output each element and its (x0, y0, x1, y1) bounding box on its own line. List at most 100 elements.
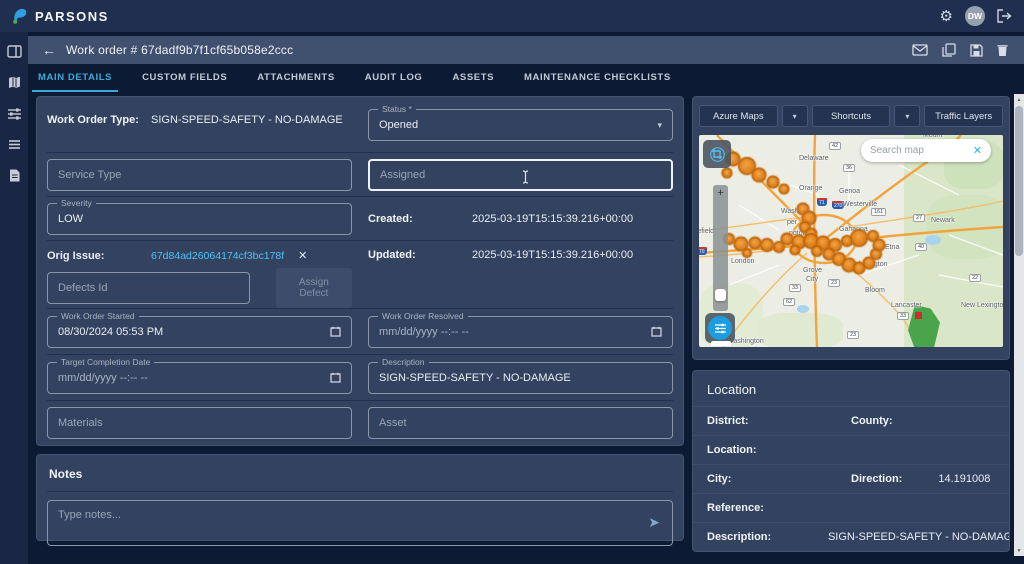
orig-issue-link[interactable]: 67d84ad26064174cf3bc178f (151, 250, 284, 262)
map-canvas[interactable]: Mount Delaware Orange Genoa Westerville Newar… (699, 135, 1003, 347)
copy-icon[interactable] (942, 43, 956, 57)
dashboard-icon[interactable] (6, 44, 22, 59)
route-shield: 42 (829, 142, 842, 150)
created-label: Created: (368, 212, 413, 225)
workorder-title: Work order # 67dadf9b7f1cf65b058e2ccc (66, 43, 294, 57)
map-cluster-marker[interactable] (751, 167, 767, 183)
materials-input[interactable] (58, 417, 341, 429)
remove-orig-issue-icon[interactable]: ✕ (298, 249, 307, 262)
target-completion-field[interactable]: Target Completion Date mm/dd/yyyy --:-- … (47, 356, 352, 394)
asset-field[interactable] (368, 407, 673, 439)
map-cluster-marker[interactable] (760, 238, 774, 252)
map-icon[interactable] (7, 75, 22, 90)
tab-maintenance-checklists[interactable]: MAINTENANCE CHECKLISTS (522, 64, 673, 92)
route-shield: 161 (871, 208, 887, 216)
route-shield: 40 (915, 243, 928, 251)
calendar-icon[interactable] (330, 326, 341, 337)
map-zoom-out-button[interactable] (711, 341, 731, 346)
service-type-field[interactable] (47, 158, 352, 191)
email-icon[interactable] (912, 44, 928, 56)
layers-sliders-icon (714, 323, 726, 333)
work-order-resolved-field[interactable]: Work Order Resolved mm/dd/yyyy --:-- -- (368, 310, 673, 348)
map-place-label: Bloom (865, 287, 885, 294)
route-shield: 36 (843, 164, 856, 172)
map-search-placeholder: Search map (870, 145, 924, 156)
map-place-label: Newark (931, 217, 955, 224)
brand-name: PARSONS (35, 8, 109, 24)
scrollbar-up-arrow[interactable]: ▲ (1014, 94, 1024, 105)
defects-id-input[interactable] (58, 282, 239, 294)
calendar-icon[interactable] (330, 372, 341, 383)
map-cluster-marker[interactable] (778, 183, 790, 195)
assigned-field[interactable] (368, 158, 673, 191)
map-zoom-control[interactable]: + (713, 185, 728, 311)
calendar-icon[interactable] (651, 326, 662, 337)
tab-attachments[interactable]: ATTACHMENTS (255, 64, 337, 92)
service-type-input[interactable] (58, 168, 341, 181)
notes-panel: Notes ➤ (36, 454, 684, 546)
shortcuts-chevron-icon[interactable]: ▾ (894, 105, 921, 127)
map-cluster-marker[interactable] (742, 248, 752, 258)
settings-gear-icon[interactable]: ⚙ (940, 7, 953, 25)
map-style-button[interactable] (705, 313, 735, 343)
map-cluster-marker[interactable] (811, 245, 823, 257)
map-cluster-marker[interactable] (789, 244, 801, 256)
workorder-header: ← Work order # 67dadf9b7f1cf65b058e2ccc (28, 36, 1024, 64)
map-place-label: Genoa (839, 188, 861, 195)
send-note-icon[interactable]: ➤ (648, 514, 660, 531)
description-label: Description (378, 356, 429, 367)
interstate-shield: 71 (817, 198, 827, 206)
map-place-label: Grove (803, 267, 823, 274)
list-icon[interactable] (7, 137, 22, 152)
delete-trash-icon[interactable] (997, 44, 1008, 57)
zoom-slider-thumb[interactable] (715, 289, 726, 301)
map-cluster-marker[interactable] (850, 229, 868, 247)
scrollbar-down-arrow[interactable]: ▼ (1014, 545, 1024, 556)
scrollbar-thumb[interactable] (1015, 106, 1023, 256)
status-select[interactable]: Status * Opened ▾ (368, 104, 673, 141)
map-cluster-marker[interactable] (766, 175, 780, 189)
tab-audit-log[interactable]: AUDIT LOG (363, 64, 425, 92)
location-description-value: SIGN-SPEED-SAFETY - NO-DAMAGE (827, 531, 1010, 543)
azure-maps-button[interactable]: Azure Maps (699, 105, 778, 127)
map-place-label: Delaware (799, 155, 829, 162)
work-order-started-field[interactable]: Work Order Started 08/30/2024 05:53 PM (47, 310, 352, 348)
save-icon[interactable] (970, 43, 983, 57)
back-arrow-icon[interactable]: ← (42, 42, 56, 58)
map-cluster-marker[interactable] (721, 167, 733, 179)
map-cluster-marker[interactable] (841, 235, 853, 247)
map-red-marker[interactable] (915, 312, 922, 319)
map-cluster-marker[interactable] (867, 230, 879, 242)
assign-defect-button[interactable]: Assign Defect (275, 268, 352, 308)
tab-custom-fields[interactable]: CUSTOM FIELDS (140, 64, 229, 92)
text-cursor-icon (522, 169, 528, 184)
user-avatar[interactable]: DW (965, 6, 985, 26)
shortcuts-button[interactable]: Shortcuts (811, 105, 891, 127)
azure-maps-chevron-icon[interactable]: ▾ (781, 105, 808, 127)
severity-label: Severity (57, 197, 96, 208)
traffic-layers-button[interactable]: Traffic Layers (924, 105, 1004, 127)
defects-id-field[interactable] (47, 272, 250, 304)
zoom-in-icon[interactable]: + (713, 185, 728, 201)
document-icon[interactable] (7, 168, 22, 183)
tab-assets[interactable]: ASSETS (450, 64, 496, 92)
map-select-area-button[interactable] (703, 140, 731, 168)
logout-icon[interactable] (997, 9, 1012, 23)
notes-field[interactable]: ➤ (47, 500, 673, 546)
page-scrollbar[interactable]: ▲ ▼ (1014, 94, 1024, 556)
map-place-label: Orange (799, 185, 823, 192)
map-place-label: refield (699, 228, 715, 235)
filter-sliders-icon[interactable] (7, 106, 22, 121)
severity-field[interactable]: Severity LOW (47, 197, 352, 235)
materials-field[interactable] (47, 407, 352, 439)
map-search-box[interactable]: Search map ✕ (861, 139, 991, 162)
location-label: Location: (707, 444, 757, 456)
orig-issue-label: Orig Issue: (47, 249, 105, 262)
work-order-started-value: 08/30/2024 05:53 PM (58, 325, 164, 338)
tab-main-details[interactable]: MAIN DETAILS (31, 64, 119, 92)
description-field[interactable]: Description SIGN-SPEED-SAFETY - NO-DAMAG… (368, 356, 673, 394)
asset-input[interactable] (379, 417, 662, 429)
clear-search-icon[interactable]: ✕ (973, 144, 982, 157)
route-shield: 33 (897, 312, 910, 320)
notes-textarea[interactable] (48, 501, 672, 545)
